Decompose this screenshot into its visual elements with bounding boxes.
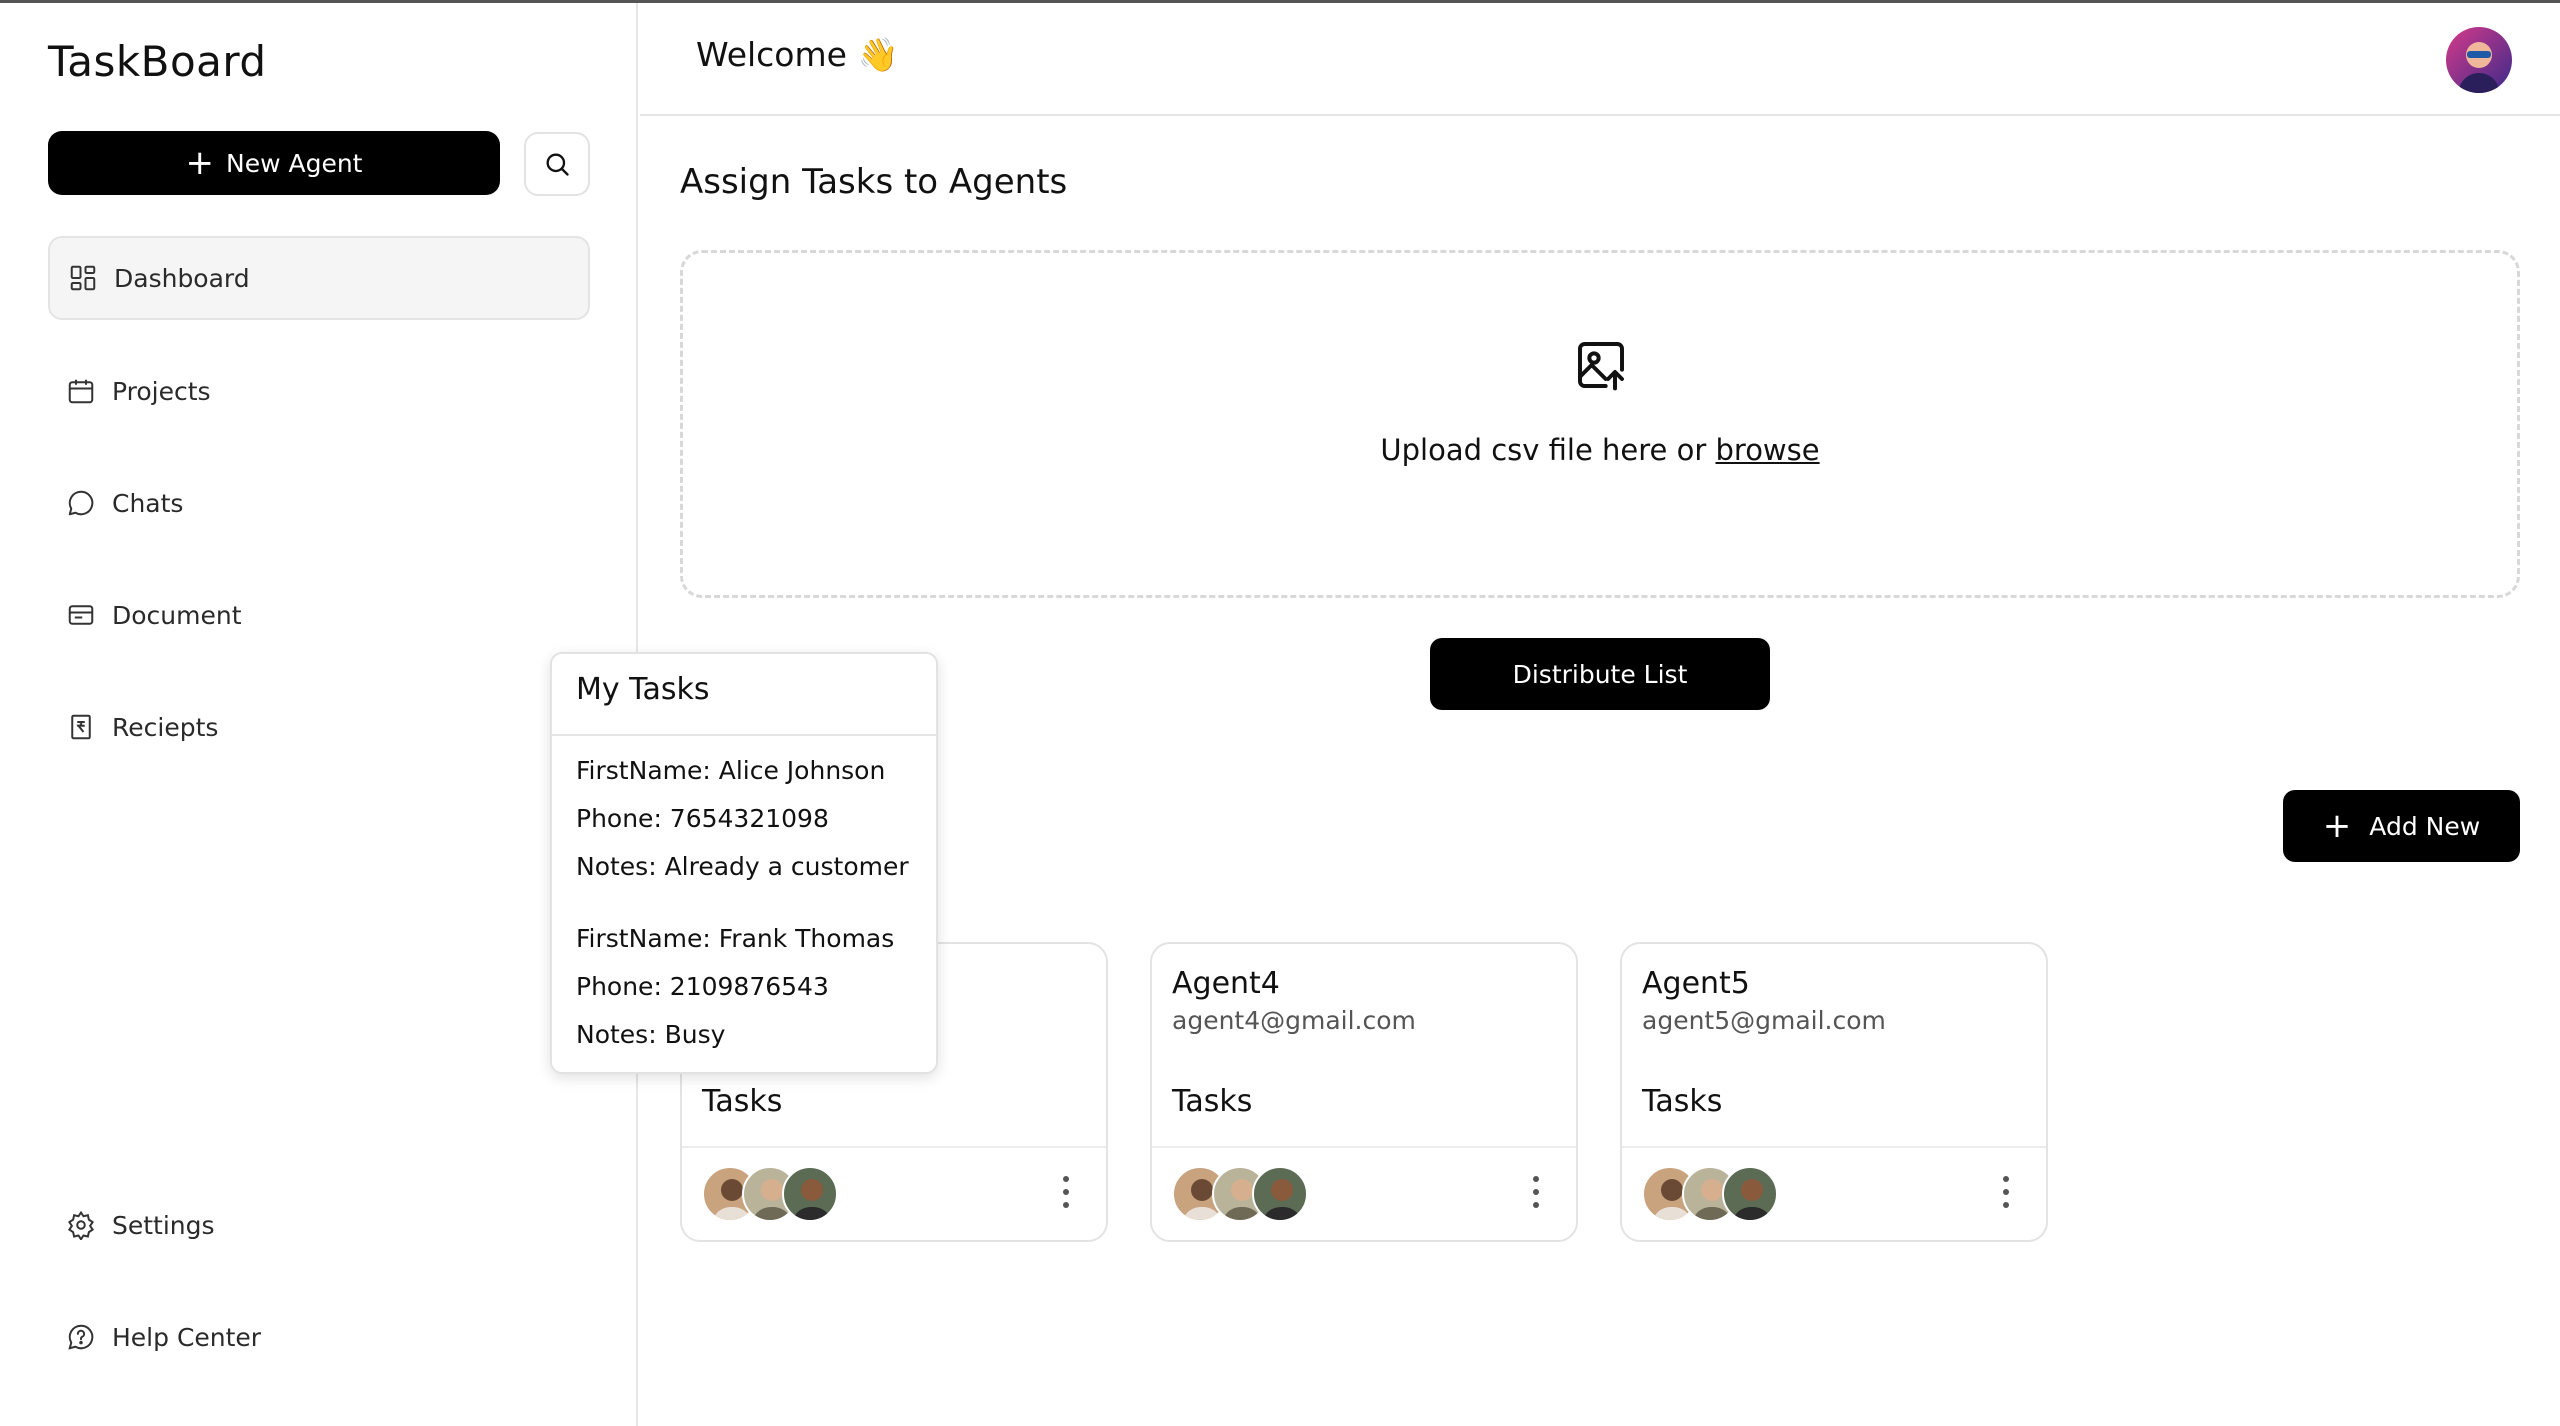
plus-icon: + [2322,806,2352,846]
task-notes: Notes: Busy [576,1020,726,1049]
task-first-name: FirstName: Alice Johnson [576,756,886,785]
sidebar-item-label: Help Center [112,1322,262,1352]
sidebar-item-projects[interactable]: Projects [48,349,590,433]
more-options-icon[interactable] [1996,1172,2016,1212]
csv-dropzone[interactable]: Upload csv file here or browse [680,250,2520,598]
more-options-icon[interactable] [1056,1172,1076,1212]
sidebar-item-dashboard[interactable]: Dashboard [48,236,590,320]
sidebar-item-document[interactable]: Document [48,573,590,657]
upload-instructions: Upload csv file here or browse [683,433,2517,467]
avatar [782,1166,838,1222]
card-divider [1622,1146,2046,1148]
plus-icon: + [185,143,215,183]
card-divider [682,1146,1106,1148]
browse-link[interactable]: browse [1716,433,1820,467]
sidebar: TaskBoard + New Agent Dashboard Projects… [0,3,638,1426]
agent-email: agent5@gmail.com [1642,1006,1886,1035]
agent-name: Agent4 [1172,966,1280,1001]
user-avatar[interactable] [2446,27,2512,93]
my-tasks-popover: My Tasks FirstName: Alice Johnson Phone:… [550,652,938,1074]
card-divider [1152,1146,1576,1148]
tasks-label: Tasks [702,1084,783,1119]
avatar-group [702,1166,842,1222]
avatar-group [1642,1166,1782,1222]
task-first-name: FirstName: Frank Thomas [576,924,895,953]
agent-card[interactable]: Agent5 agent5@gmail.com Tasks [1620,942,2048,1242]
new-agent-button[interactable]: + New Agent [48,131,500,195]
task-phone: Phone: 2109876543 [576,972,829,1001]
avatar-group [1172,1166,1312,1222]
new-agent-label: New Agent [226,148,363,178]
task-notes: Notes: Already a customer [576,852,909,881]
agent-card[interactable]: Agent4 agent4@gmail.com Tasks [1150,942,1578,1242]
upload-text: Upload csv file here or [1380,433,1707,467]
avatar-image [2446,27,2512,93]
top-header: Welcome 👋 [640,3,2560,116]
task-phone: Phone: 7654321098 [576,804,829,833]
document-icon [68,605,94,625]
help-icon [68,1324,94,1350]
sidebar-item-label: Projects [112,376,211,406]
popover-divider [552,734,936,736]
calendar-icon [68,379,94,404]
sidebar-item-label: Dashboard [114,263,250,293]
image-upload-icon [1578,342,1624,391]
sidebar-item-settings[interactable]: Settings [48,1183,590,1267]
sidebar-item-reciepts[interactable]: Reciepts [48,685,590,769]
gear-icon [67,1210,95,1240]
sidebar-item-label: Chats [112,488,184,518]
sidebar-item-label: Document [112,600,242,630]
welcome-title: Welcome 👋 [696,35,899,74]
sidebar-item-label: Reciepts [112,712,219,742]
section-title: Assign Tasks to Agents [680,162,1068,202]
popover-title: My Tasks [576,672,710,707]
add-new-label: Add New [2369,811,2481,841]
app-logo: TaskBoard [48,37,267,86]
add-new-button[interactable]: + Add New [2283,790,2520,862]
agent-email: agent4@gmail.com [1172,1006,1416,1035]
receipt-icon [71,714,91,740]
avatar [1722,1166,1778,1222]
agent-name: Agent5 [1642,966,1750,1001]
distribute-list-button[interactable]: Distribute List [1430,638,1770,710]
tasks-label: Tasks [1172,1084,1253,1119]
search-icon [546,153,569,176]
avatar [1252,1166,1308,1222]
grid-icon [70,265,96,291]
sidebar-item-label: Settings [112,1210,215,1240]
sidebar-item-help-center[interactable]: Help Center [48,1295,590,1379]
tasks-label: Tasks [1642,1084,1723,1119]
more-options-icon[interactable] [1526,1172,1546,1212]
search-button[interactable] [524,132,590,196]
sidebar-item-chats[interactable]: Chats [48,461,590,545]
chat-bubble-icon [68,490,94,516]
